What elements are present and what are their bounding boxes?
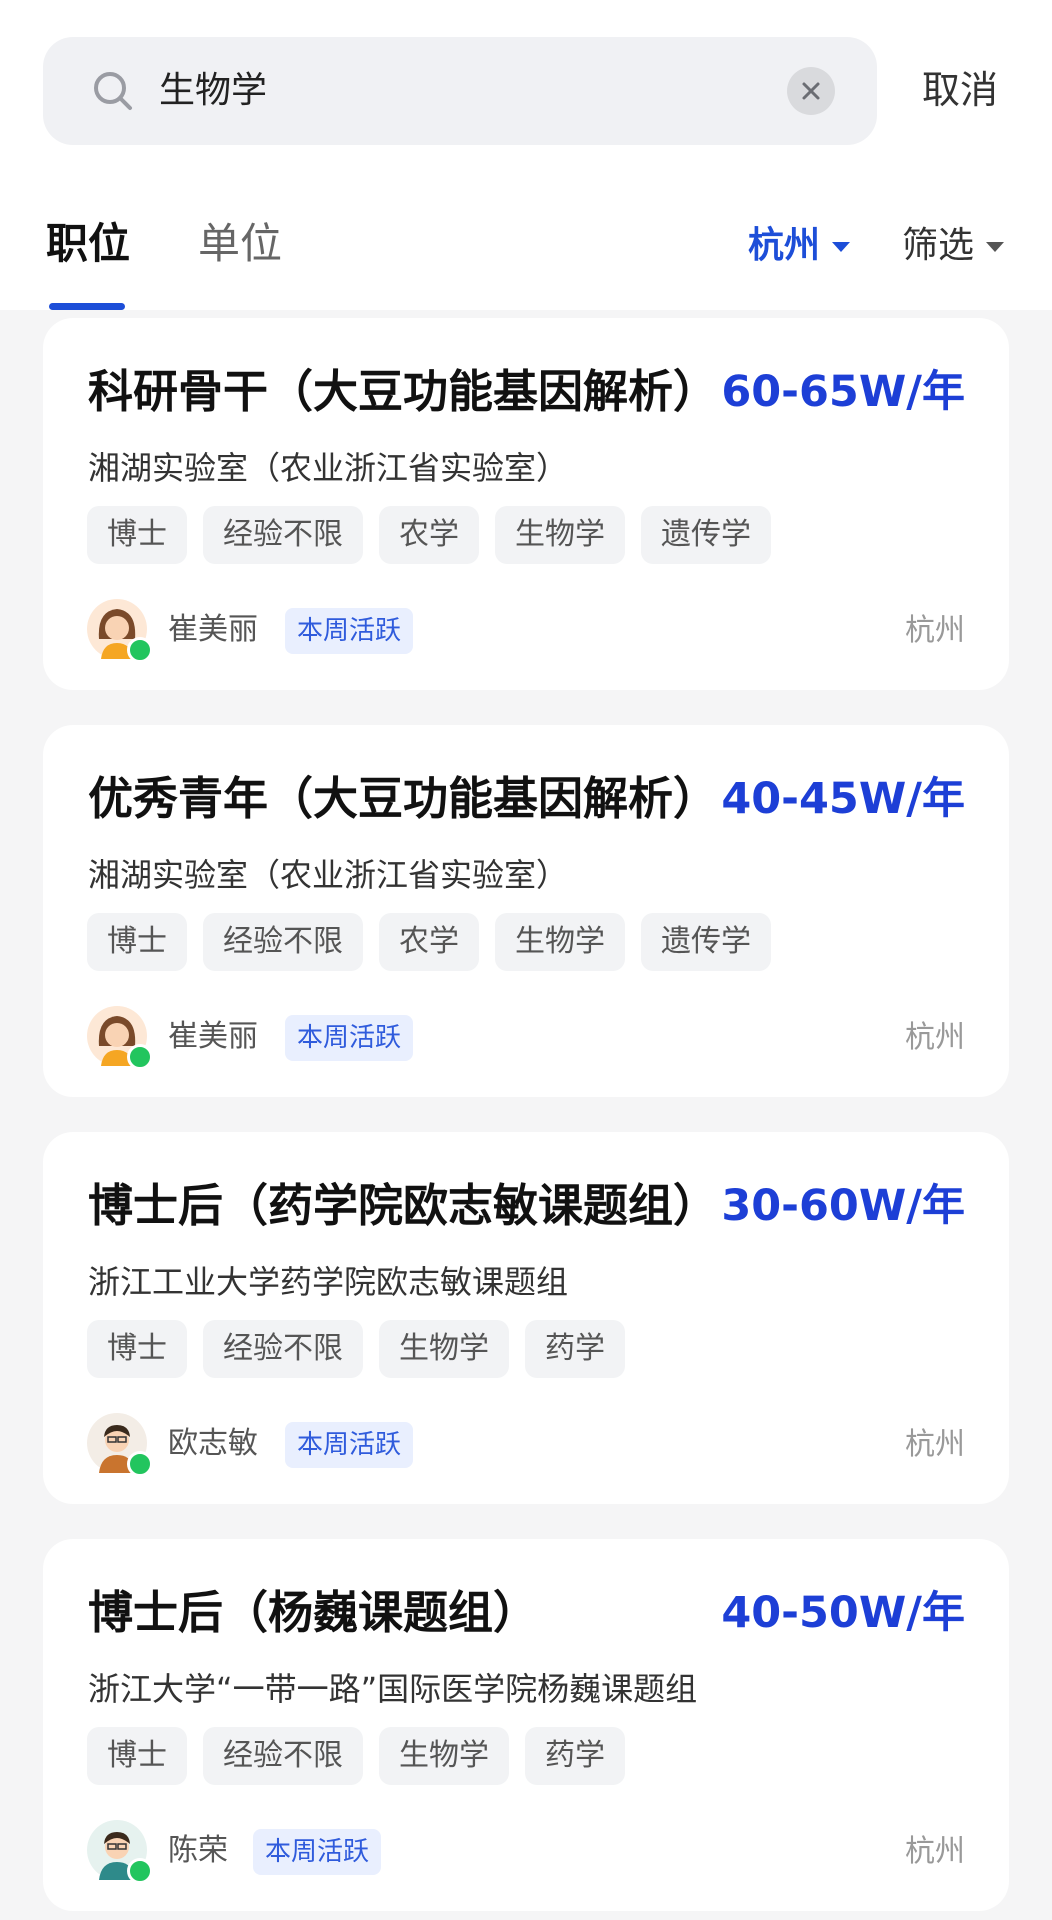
job-city: 杭州: [905, 1020, 965, 1055]
tag: 药学: [525, 1727, 625, 1785]
tag-list: 博士 经验不限 农学 生物学 遗传学: [87, 506, 771, 564]
tag: 遗传学: [641, 506, 771, 564]
tag: 经验不限: [203, 1320, 363, 1378]
filter-label: 筛选: [902, 225, 975, 266]
tag: 农学: [379, 913, 479, 971]
filter-dropdown[interactable]: 筛选: [902, 222, 1005, 270]
active-badge: 本周活跃: [253, 1829, 382, 1875]
online-status-dot: [127, 1451, 153, 1477]
recruiter-name: 欧志敏: [168, 1426, 258, 1461]
tab-positions[interactable]: 职位: [46, 218, 130, 270]
search-icon: [94, 72, 132, 110]
avatar[interactable]: [87, 1820, 153, 1884]
tag: 博士: [87, 1727, 187, 1785]
recruiter-name: 崔美丽: [168, 612, 258, 647]
active-badge: 本周活跃: [285, 1015, 414, 1061]
tag: 药学: [525, 1320, 625, 1378]
tag: 博士: [87, 913, 187, 971]
recruiter-name: 崔美丽: [168, 1019, 258, 1054]
active-badge: 本周活跃: [285, 608, 414, 654]
job-title: 科研骨干（大豆功能基因解析）: [88, 365, 719, 418]
tag: 生物学: [379, 1727, 509, 1785]
job-city: 杭州: [905, 613, 965, 648]
tag-list: 博士 经验不限 农学 生物学 遗传学: [87, 913, 771, 971]
tag: 农学: [379, 506, 479, 564]
job-title: 博士后（药学院欧志敏课题组）: [88, 1179, 719, 1232]
avatar[interactable]: [87, 1006, 153, 1070]
job-card[interactable]: 博士后（杨巍课题组） 40-50W/年 浙江大学“一带一路”国际医学院杨巍课题组…: [43, 1539, 1009, 1911]
active-badge: 本周活跃: [285, 1422, 414, 1468]
job-card[interactable]: 博士后（药学院欧志敏课题组） 30-60W/年 浙江工业大学药学院欧志敏课题组 …: [43, 1132, 1009, 1504]
tag: 经验不限: [203, 1727, 363, 1785]
recruiter-name: 陈荣: [168, 1833, 228, 1868]
search-input[interactable]: 生物学: [43, 37, 877, 145]
salary: 40-50W/年: [721, 1588, 965, 1638]
tag: 经验不限: [203, 913, 363, 971]
organization: 浙江大学“一带一路”国际医学院杨巍课题组: [88, 1670, 698, 1708]
salary: 40-45W/年: [721, 774, 965, 824]
city-filter-dropdown[interactable]: 杭州: [748, 222, 851, 270]
job-card[interactable]: 优秀青年（大豆功能基因解析） 40-45W/年 湘湖实验室（农业浙江省实验室） …: [43, 725, 1009, 1097]
clear-search-button[interactable]: [787, 67, 835, 115]
avatar[interactable]: [87, 1413, 153, 1477]
top-bar: 生物学 取消 职位 单位 杭州 筛选: [0, 0, 1052, 310]
city-filter-label: 杭州: [748, 225, 821, 266]
close-icon: [802, 82, 820, 100]
tag: 博士: [87, 1320, 187, 1378]
tag-list: 博士 经验不限 生物学 药学: [87, 1727, 625, 1785]
active-tab-indicator: [49, 303, 125, 310]
tag: 博士: [87, 506, 187, 564]
cancel-button[interactable]: 取消: [922, 62, 998, 118]
tag: 生物学: [495, 506, 625, 564]
job-title: 博士后（杨巍课题组）: [88, 1586, 539, 1639]
online-status-dot: [127, 1044, 153, 1070]
tag: 遗传学: [641, 913, 771, 971]
organization: 浙江工业大学药学院欧志敏课题组: [88, 1263, 569, 1301]
search-query[interactable]: 生物学: [159, 65, 267, 117]
tab-employers[interactable]: 单位: [198, 218, 282, 270]
tag: 生物学: [495, 913, 625, 971]
online-status-dot: [127, 1858, 153, 1884]
organization: 湘湖实验室（农业浙江省实验室）: [88, 449, 569, 487]
caret-down-icon: [986, 242, 1005, 252]
job-city: 杭州: [905, 1834, 965, 1869]
salary: 30-60W/年: [721, 1181, 965, 1231]
tag: 经验不限: [203, 506, 363, 564]
avatar[interactable]: [87, 599, 153, 663]
tag-list: 博士 经验不限 生物学 药学: [87, 1320, 625, 1378]
online-status-dot: [127, 637, 153, 663]
tag: 生物学: [379, 1320, 509, 1378]
job-title: 优秀青年（大豆功能基因解析）: [88, 772, 719, 825]
job-city: 杭州: [905, 1427, 965, 1462]
caret-down-icon: [832, 242, 851, 252]
salary: 60-65W/年: [721, 367, 965, 417]
organization: 湘湖实验室（农业浙江省实验室）: [88, 856, 569, 894]
job-card[interactable]: 科研骨干（大豆功能基因解析） 60-65W/年 湘湖实验室（农业浙江省实验室） …: [43, 318, 1009, 690]
